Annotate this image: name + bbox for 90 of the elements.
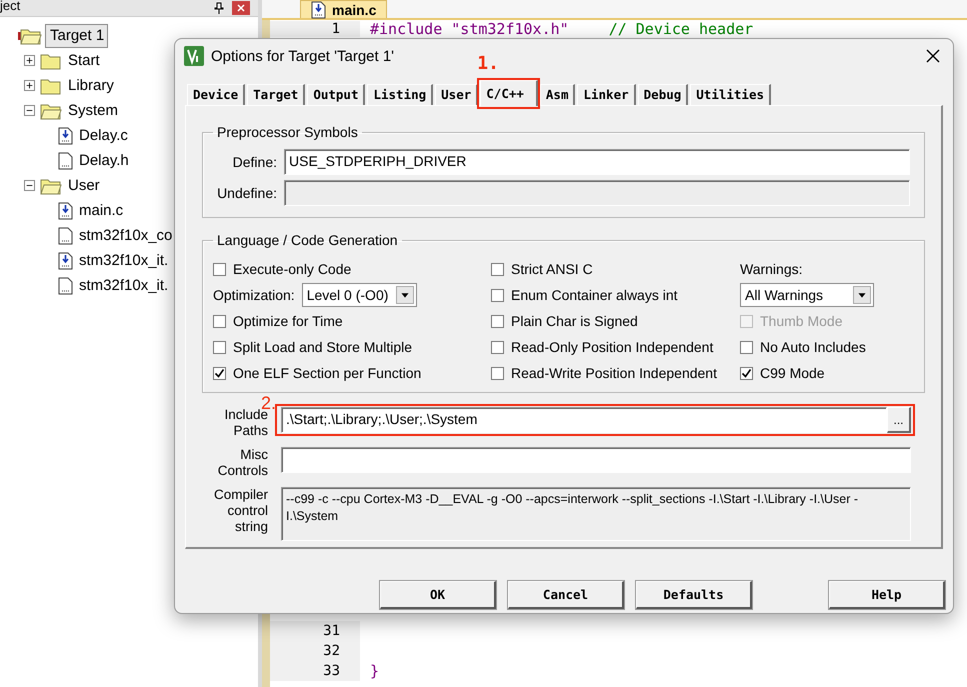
tree-item[interactable]: stm32f10x_co bbox=[76, 226, 176, 245]
dialog-button[interactable]: Help bbox=[829, 581, 945, 609]
tab[interactable]: Device bbox=[187, 84, 246, 105]
tree-item[interactable]: Delay.h bbox=[76, 151, 132, 170]
expand-icon[interactable] bbox=[24, 80, 35, 91]
collapse-icon[interactable] bbox=[24, 180, 35, 191]
pin-icon[interactable] bbox=[214, 2, 224, 14]
text-area[interactable]: --c99 -c --cpu Cortex-M3 -D__EVAL -g -O0 --apcs=interwork --split_sections -I.\Start -I.\Library -I.\User -I.\System bbox=[281, 487, 911, 541]
tab[interactable]: Target bbox=[247, 84, 306, 105]
checkbox-label: Execute-only Code bbox=[233, 261, 352, 277]
tree-item[interactable]: Target 1 bbox=[45, 24, 108, 48]
line-number: 31 bbox=[270, 621, 360, 641]
tree-item[interactable]: stm32f10x_it. bbox=[76, 251, 172, 270]
dropdown[interactable]: Level 0 (-O0) bbox=[302, 283, 417, 307]
dialog-button[interactable]: Cancel bbox=[508, 581, 624, 609]
input-field[interactable]: USE_STDPERIPH_DRIVER bbox=[284, 149, 910, 175]
checkbox[interactable] bbox=[213, 262, 226, 276]
tree-item[interactable]: main.c bbox=[76, 201, 126, 220]
dropdown[interactable]: All Warnings bbox=[740, 283, 874, 307]
field-label: Compiler control string bbox=[212, 487, 268, 535]
folder-icon bbox=[38, 52, 62, 70]
panel-title: ject bbox=[0, 0, 20, 12]
annotation-label: 2. bbox=[261, 393, 276, 413]
checkbox[interactable] bbox=[491, 262, 504, 276]
annotation-label: 1. bbox=[477, 53, 499, 74]
checkbox[interactable] bbox=[740, 366, 753, 380]
dialog-button[interactable]: OK bbox=[380, 581, 496, 609]
field-label: Undefine: bbox=[216, 185, 277, 201]
line-number: 32 bbox=[270, 641, 360, 661]
file-icon bbox=[58, 152, 73, 170]
checkbox[interactable] bbox=[491, 340, 504, 354]
dialog-button[interactable]: Defaults bbox=[636, 581, 752, 609]
open-folder-icon bbox=[38, 176, 62, 194]
editor-tab[interactable]: main.c bbox=[300, 0, 388, 18]
tree-item[interactable]: System bbox=[65, 101, 122, 120]
line-number: 33 bbox=[270, 661, 360, 681]
checkbox-label: Read-Write Position Independent bbox=[511, 365, 717, 381]
field-label: Misc Controls bbox=[216, 447, 268, 479]
checkbox[interactable] bbox=[213, 366, 226, 380]
group-title: Language / Code Generation bbox=[216, 232, 399, 248]
checkbox-label: Split Load and Store Multiple bbox=[233, 339, 412, 355]
folder-icon bbox=[38, 76, 62, 94]
expand-icon[interactable] bbox=[24, 55, 35, 66]
checkbox[interactable] bbox=[491, 288, 504, 302]
file-icon bbox=[58, 226, 73, 244]
source-file-icon bbox=[58, 202, 73, 220]
tab[interactable]: Asm bbox=[540, 84, 576, 105]
checkbox-label: Read-Only Position Independent bbox=[511, 339, 714, 355]
checkbox[interactable] bbox=[491, 366, 504, 380]
tab[interactable]: Listing bbox=[367, 84, 434, 105]
checkbox-label: C99 Mode bbox=[760, 365, 825, 381]
tab[interactable]: Utilities bbox=[690, 84, 772, 105]
file-icon bbox=[58, 276, 73, 294]
checkbox-label: No Auto Includes bbox=[760, 339, 866, 355]
browse-button[interactable]: ... bbox=[887, 407, 911, 433]
field-label: Warnings: bbox=[740, 261, 803, 277]
checkbox[interactable] bbox=[213, 340, 226, 354]
checkbox-label: Plain Char is Signed bbox=[511, 313, 638, 329]
tree-item[interactable]: Delay.c bbox=[76, 126, 131, 145]
checkbox[interactable] bbox=[740, 340, 753, 354]
tab[interactable]: Linker bbox=[577, 84, 636, 105]
dialog-title: Options for Target 'Target 1' bbox=[211, 48, 394, 64]
checkbox-label: Thumb Mode bbox=[760, 313, 842, 329]
code-line: #include "stm32f10x.h" bbox=[369, 20, 569, 38]
input-field[interactable]: .\Start;.\Library;.\User;.\System bbox=[281, 407, 887, 433]
line-number: 1 bbox=[270, 21, 360, 37]
field-label: Optimization: bbox=[213, 287, 295, 303]
source-file-icon bbox=[58, 252, 73, 270]
source-file-icon bbox=[58, 126, 73, 144]
checkbox-label: One ELF Section per Function bbox=[233, 365, 422, 381]
app-logo-icon bbox=[183, 45, 205, 67]
tree-item[interactable]: Start bbox=[65, 51, 103, 70]
tab[interactable]: Output bbox=[307, 84, 366, 105]
tree-item[interactable]: User bbox=[65, 176, 103, 195]
tree-item[interactable]: stm32f10x_it. bbox=[76, 276, 172, 295]
checkbox-label: Optimize for Time bbox=[233, 313, 343, 329]
tab[interactable]: Debug bbox=[638, 84, 688, 105]
tree-item[interactable]: Library bbox=[65, 76, 117, 95]
tab[interactable]: User bbox=[435, 84, 478, 105]
collapse-icon[interactable] bbox=[24, 105, 35, 116]
checkbox[interactable] bbox=[213, 314, 226, 328]
code-comment: // Device header bbox=[608, 20, 754, 38]
open-folder-icon bbox=[38, 102, 62, 120]
input-field[interactable] bbox=[281, 447, 911, 473]
group-title: Preprocessor Symbols bbox=[216, 124, 359, 140]
field-label: Define: bbox=[232, 154, 277, 170]
code-line: } bbox=[369, 662, 380, 680]
checkbox-label: Enum Container always int bbox=[511, 287, 678, 303]
checkbox[interactable] bbox=[491, 314, 504, 328]
checkbox-label: Strict ANSI C bbox=[511, 261, 593, 277]
